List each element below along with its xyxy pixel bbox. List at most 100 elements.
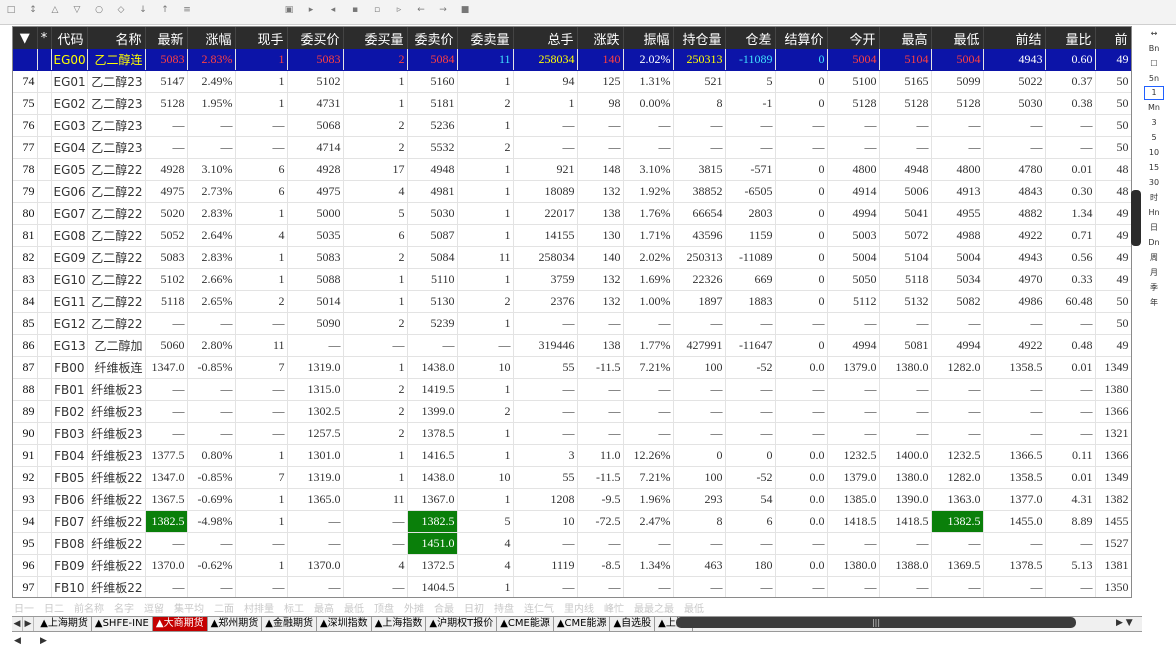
period-button[interactable]: 30 — [1144, 175, 1164, 190]
period-button[interactable]: 10 — [1144, 145, 1164, 160]
column-header[interactable]: 委卖价 — [407, 27, 458, 49]
table-row[interactable]: 95 FB08 纤维板22— — — — —1451.0 4— — — — — — — — — — —1527 — [13, 532, 1131, 555]
column-header[interactable]: 量比 — [1045, 27, 1096, 49]
column-header[interactable]: 现手 — [235, 27, 288, 49]
table-row[interactable]: 94 FB07 纤维板22 1382.5 -4.98% 1— —1382.5 5 10 -72.5… — [13, 510, 1131, 533]
horizontal-scrollbar[interactable]: ||| — [676, 617, 1076, 628]
column-header[interactable]: 涨跌 — [577, 27, 624, 49]
toolbar-icon[interactable]: ← — [416, 5, 426, 15]
table-row[interactable]: 84 EG11 乙二醇22 5118 2.65% 2 5014 1 5130 2 2376 132 1.… — [13, 290, 1131, 313]
column-header[interactable]: 前结 — [983, 27, 1046, 49]
market-tab[interactable]: ▲上海期货 — [37, 617, 92, 631]
column-header[interactable]: 涨幅 — [187, 27, 236, 49]
market-tab[interactable]: ▲大商期货 — [152, 617, 208, 631]
toolbar-icon[interactable]: □ — [6, 5, 16, 15]
period-button[interactable]: Hn — [1144, 205, 1164, 220]
table-row[interactable]: 83 EG10 乙二醇22 5102 2.66% 1 5088 1 5110 1 3759 132 1.… — [13, 268, 1131, 291]
market-tab[interactable]: ▲CME能源 — [554, 617, 611, 631]
period-button[interactable]: 时 — [1144, 190, 1164, 205]
table-row[interactable]: 82 EG09 乙二醇22 5083 2.83% 1 5083 2 5084 11 258034 14… — [13, 246, 1131, 269]
table-row[interactable]: EG00 乙二醇连 5083 2.83% 1 5083 2 5084 11 258034 140 2.… — [13, 49, 1131, 71]
table-row[interactable]: 86 EG13 乙二醇加 5060 2.80% 11— — — —319446 138 1.77% 4… — [13, 334, 1131, 357]
column-header[interactable]: 最低 — [931, 27, 984, 49]
market-tab[interactable]: ▲沪期权T报价 — [426, 617, 498, 631]
column-header[interactable]: 持仓量 — [673, 27, 726, 49]
period-button[interactable]: 1 — [1144, 86, 1164, 100]
table-row[interactable]: 93 FB06 纤维板22 1367.5 -0.69% 1 1365.0 11 1367.0 1 1… — [13, 488, 1131, 511]
toolbar-icon[interactable]: ↓ — [138, 5, 148, 15]
market-tab[interactable]: ▲SHFE-INE — [92, 617, 153, 631]
period-button[interactable]: 年 — [1144, 295, 1164, 310]
table-row[interactable]: 78 EG05 乙二醇22 4928 3.10% 6 4928 17 4948 1 921 148 3.… — [13, 158, 1131, 181]
table-row[interactable]: 91 FB04 纤维板23 1377.5 0.80% 1 1301.0 1 1416.5 1 3 11… — [13, 444, 1131, 467]
toolbar-icon[interactable]: ↕ — [28, 5, 38, 15]
period-button[interactable]: ↔ — [1144, 26, 1164, 41]
table-row[interactable]: 96 FB09 纤维板22 1370.0 -0.62% 1 1370.0 4 1372.5 4 11… — [13, 554, 1131, 577]
column-header[interactable]: 结算价 — [775, 27, 828, 49]
toolbar-icon[interactable]: → — [438, 5, 448, 15]
period-button[interactable]: Bn — [1144, 41, 1164, 56]
toolbar-icon[interactable]: ↑ — [160, 5, 170, 15]
table-row[interactable]: 81 EG08 乙二醇22 5052 2.64% 4 5035 6 5087 1 14155 130 1… — [13, 224, 1131, 247]
toolbar-icon[interactable]: ▽ — [72, 5, 82, 15]
market-tab[interactable]: ▲金融期货 — [262, 617, 317, 631]
market-tab[interactable]: ▲CME能源 — [497, 617, 554, 631]
period-button[interactable]: 3 — [1144, 115, 1164, 130]
column-header[interactable]: 今开 — [827, 27, 880, 49]
toolbar-icon[interactable]: ▫ — [372, 5, 382, 15]
column-header[interactable]: 最新 — [145, 27, 188, 49]
toolbar-icon[interactable]: ○ — [94, 5, 104, 15]
column-header[interactable]: 前 — [1095, 27, 1131, 49]
period-button[interactable]: 周 — [1144, 250, 1164, 265]
period-button[interactable]: 季 — [1144, 280, 1164, 295]
table-row[interactable]: 92 FB05 纤维板22 1347.0 -0.85% 7 1319.0 1 1438.0 10 5… — [13, 466, 1131, 489]
toolbar-icon[interactable]: ▪ — [350, 5, 360, 15]
table-row[interactable]: 75 EG02 乙二醇23 5128 1.95% 1 4731 1 5181 2 1 98 0.00% 8… — [13, 92, 1131, 115]
column-header[interactable]: 委买价 — [287, 27, 344, 49]
footer-right-label[interactable]: ▶ — [40, 636, 47, 646]
period-button[interactable]: Dn — [1144, 235, 1164, 250]
column-header[interactable]: 代码 — [51, 27, 88, 49]
toolbar-icon[interactable]: ◇ — [116, 5, 126, 15]
vertical-scrollbar[interactable] — [1131, 190, 1141, 246]
column-header[interactable]: 名称 — [87, 27, 146, 49]
column-header[interactable]: 总手 — [513, 27, 578, 49]
table-row[interactable]: 88 FB01 纤维板23— — —1315.0 2 1419.5 1— — — — — — — — — — —1… — [13, 378, 1131, 401]
period-button[interactable]: 5 — [1144, 130, 1164, 145]
table-row[interactable]: 76 EG03 乙二醇23— — —5068 2 5236 1— — — — — — — — — — —50 — [13, 114, 1131, 137]
table-row[interactable]: 97 FB10 纤维板22— — — — —1404.5 1— — — — — — — — — — —1350 — [13, 576, 1131, 597]
period-button[interactable]: 日 — [1144, 220, 1164, 235]
column-header[interactable]: 仓差 — [725, 27, 776, 49]
market-tab[interactable]: ▲郑州期货 — [208, 617, 263, 631]
column-header[interactable]: 振幅 — [623, 27, 674, 49]
column-header[interactable]: 最高 — [879, 27, 932, 49]
toolbar-icon[interactable]: ▹ — [394, 5, 404, 15]
table-row[interactable]: 74 EG01 乙二醇23 5147 2.49% 1 5102 1 5160 1 94 125 1.31… — [13, 70, 1131, 93]
table-row[interactable]: 90 FB03 纤维板23— — —1257.5 2 1378.5 1— — — — — — — — — — —1… — [13, 422, 1131, 445]
footer-left-label[interactable]: ◀ — [14, 636, 21, 646]
toolbar-icon[interactable]: ■ — [460, 5, 470, 15]
table-row[interactable]: 79 EG06 乙二醇22 4975 2.73% 6 4975 4 4981 1 18089 132 1… — [13, 180, 1131, 203]
period-button[interactable]: 5n — [1144, 71, 1164, 86]
table-row[interactable]: 80 EG07 乙二醇22 5020 2.83% 1 5000 5 5030 1 22017 138 1… — [13, 202, 1131, 225]
toolbar-icon[interactable]: ◂ — [328, 5, 338, 15]
toolbar-icon[interactable]: ▸ — [306, 5, 316, 15]
toolbar-icon[interactable]: △ — [50, 5, 60, 15]
column-header[interactable]: ▼ — [13, 27, 38, 49]
table-row[interactable]: 85 EG12 乙二醇22— — —5090 2 5239 1— — — — — — — — — — —50 — [13, 312, 1131, 335]
market-tab[interactable]: ▲自选股 — [610, 617, 656, 631]
column-header[interactable]: 委买量 — [343, 27, 408, 49]
period-button[interactable]: ☐ — [1144, 56, 1164, 71]
toolbar-icon[interactable]: ▣ — [284, 5, 294, 15]
table-row[interactable]: 77 EG04 乙二醇23— — —4714 2 5532 2— — — — — — — — — — —50 — [13, 136, 1131, 159]
column-header[interactable]: 委卖量 — [457, 27, 514, 49]
period-button[interactable]: 15 — [1144, 160, 1164, 175]
column-header[interactable]: * — [37, 27, 52, 49]
tab-right-arrow[interactable]: ▶ — [23, 617, 34, 631]
table-row[interactable]: 89 FB02 纤维板23— — —1302.5 2 1399.0 2— — — — — — — — — — —1… — [13, 400, 1131, 423]
scroll-arrows[interactable]: ▶ ▼ — [1116, 616, 1142, 630]
period-button[interactable]: Mn — [1144, 100, 1164, 115]
toolbar-icon[interactable]: ≡ — [182, 5, 192, 15]
market-tab[interactable]: ▲上海指数 — [372, 617, 427, 631]
period-button[interactable]: 月 — [1144, 265, 1164, 280]
